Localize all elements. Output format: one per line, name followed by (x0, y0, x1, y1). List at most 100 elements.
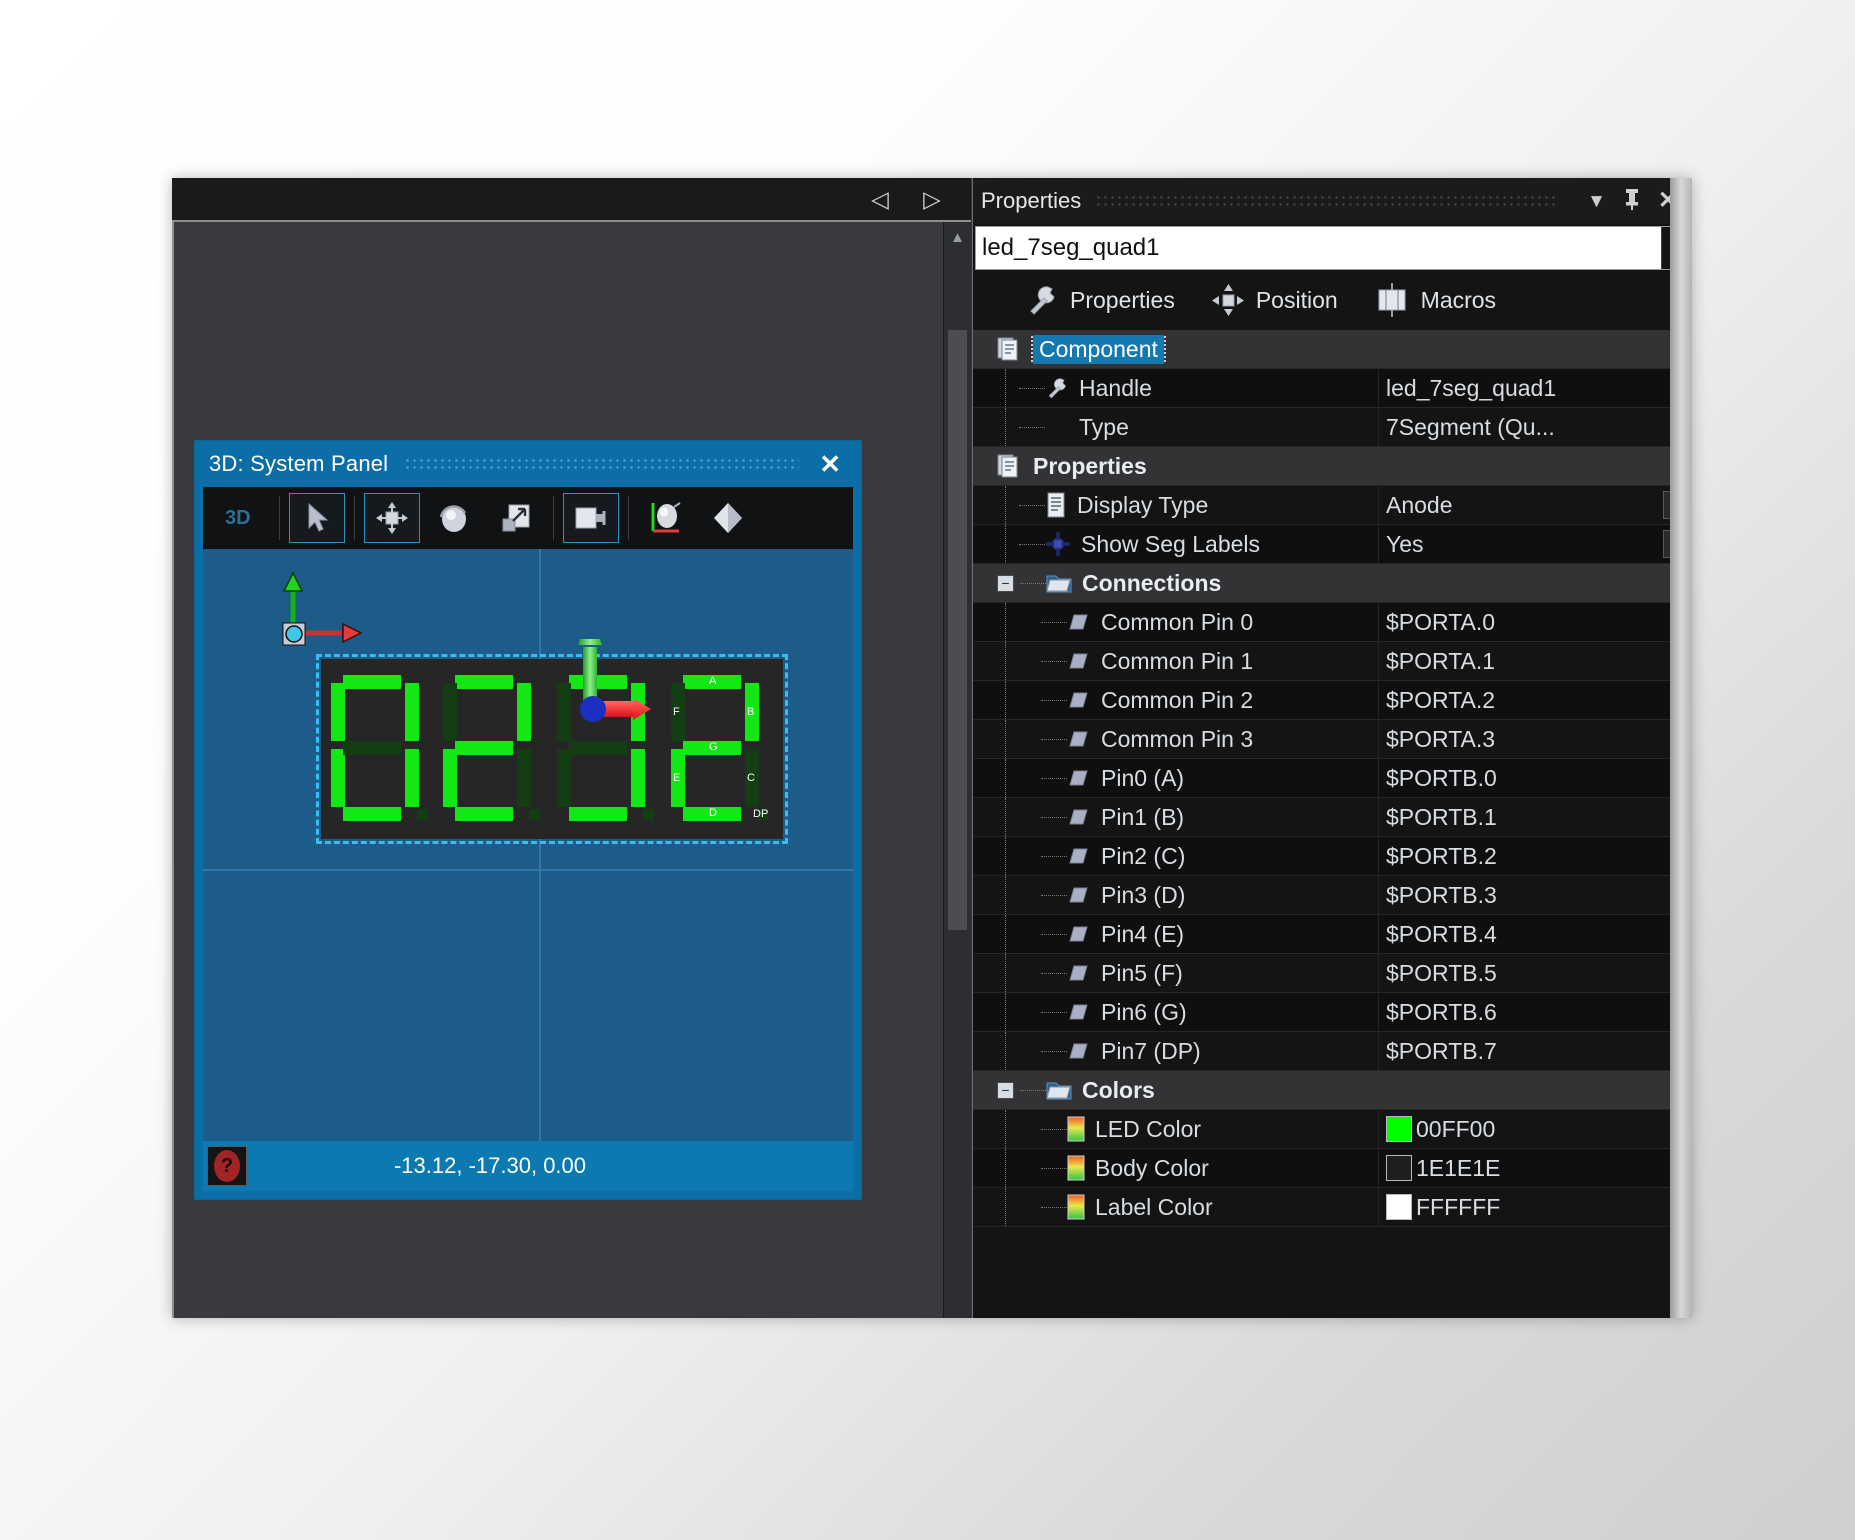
property-value: FFFFFF (1416, 1193, 1501, 1220)
property-row[interactable]: Label Color FFFFFF (973, 1188, 1692, 1227)
window-titlebar[interactable]: 3D: System Panel ✕ (195, 441, 861, 487)
property-row[interactable]: Body Color 1E1E1E (973, 1149, 1692, 1188)
property-value-cell[interactable]: 00FF00 (1378, 1110, 1692, 1148)
property-value-cell[interactable]: Anode▾ (1378, 486, 1692, 524)
property-value-cell[interactable]: $PORTA.2 (1378, 681, 1692, 719)
property-row[interactable]: Pin6 (G) $PORTB.6 (973, 993, 1692, 1032)
property-group-row[interactable]: − Connections (973, 564, 1692, 603)
property-row[interactable]: Pin3 (D) $PORTB.3 (973, 876, 1692, 915)
property-value-cell[interactable]: led_7seg_quad1 (1378, 369, 1692, 407)
toolbar-divider (278, 496, 280, 540)
property-label: Common Pin 2 (1101, 686, 1254, 713)
property-row[interactable]: Display Type Anode▾ (973, 486, 1692, 525)
property-value-cell[interactable]: FFFFFF (1378, 1188, 1692, 1226)
property-name-cell: Pin0 (A) (973, 765, 1378, 792)
lighting-tool-button[interactable] (638, 493, 694, 543)
property-value: $PORTB.3 (1386, 881, 1497, 908)
expand-collapse-toggle[interactable]: − (997, 1081, 1014, 1099)
editor-canvas[interactable]: ▲ 3D: System Panel ✕ 3D A B C D E F G DP… (172, 220, 971, 1318)
property-row[interactable]: Common Pin 1 $PORTA.1 (973, 642, 1692, 681)
property-value-cell[interactable]: $PORTA.1 (1378, 642, 1692, 680)
property-value: $PORTB.7 (1386, 1037, 1497, 1064)
property-name-cell: Common Pin 3 (973, 726, 1378, 753)
property-row[interactable]: Pin7 (DP) $PORTB.7 (973, 1032, 1692, 1071)
titlebar-grip (404, 457, 800, 471)
property-value-cell (1378, 447, 1692, 485)
property-value-cell[interactable]: Yes▾ (1378, 525, 1692, 563)
close-icon[interactable]: ✕ (815, 451, 845, 477)
property-group-label: Properties (1033, 452, 1147, 479)
tab-position[interactable]: Position (1193, 272, 1356, 328)
rotate-tool-button[interactable] (426, 493, 482, 543)
property-value-cell[interactable]: $PORTB.5 (1378, 954, 1692, 992)
segment-label-e: E (673, 772, 681, 784)
property-value-cell[interactable]: $PORTB.7 (1378, 1032, 1692, 1070)
property-group-row[interactable]: − Colors (973, 1071, 1692, 1110)
move-tool-button[interactable] (363, 493, 420, 543)
properties-grid[interactable]: Component Handle led_7seg_quad1 Type 7Segmen… (973, 330, 1692, 1318)
property-value-cell[interactable]: $PORTB.0 (1378, 759, 1692, 797)
property-value-cell[interactable]: $PORTB.4 (1378, 915, 1692, 953)
tab-macros[interactable]: Macros (1356, 272, 1514, 328)
component-selector-combobox[interactable]: led_7seg_quad1 ▾ (975, 226, 1688, 270)
tab-scroll-right-icon[interactable]: ▷ (923, 187, 941, 211)
camera-tool-button[interactable] (562, 493, 619, 543)
select-tool-button[interactable] (288, 493, 345, 543)
property-name-cell: Pin6 (G) (973, 999, 1378, 1026)
property-row[interactable]: Type 7Segment (Qu... (973, 408, 1692, 447)
property-group-label: Component (1031, 334, 1166, 364)
color-swatch[interactable] (1386, 1155, 1412, 1181)
property-value-cell[interactable]: $PORTB.6 (1378, 993, 1692, 1031)
property-value: $PORTB.1 (1386, 803, 1497, 830)
property-row[interactable]: Pin5 (F) $PORTB.5 (973, 954, 1692, 993)
render-tool-button[interactable] (700, 493, 756, 543)
property-row[interactable]: Show Seg Labels Yes▾ (973, 525, 1692, 564)
color-swatch[interactable] (1386, 1116, 1412, 1142)
editor-vertical-scrollbar[interactable]: ▲ (943, 222, 971, 1318)
properties-pane: Properties ▼ ✕ led_7seg_quad1 ▾ (972, 178, 1692, 1318)
property-value-cell[interactable]: 1E1E1E (1378, 1149, 1692, 1187)
property-row[interactable]: Common Pin 3 $PORTA.3 (973, 720, 1692, 759)
segment-b: B (745, 683, 759, 741)
documents-icon (997, 453, 1023, 479)
property-row[interactable]: Pin1 (B) $PORTB.1 (973, 798, 1692, 837)
color-swatch[interactable] (1386, 1194, 1412, 1220)
property-value-cell[interactable]: $PORTA.0 (1378, 603, 1692, 641)
segment-label-a: A (709, 675, 717, 687)
property-value: Anode (1386, 491, 1453, 518)
property-group-row[interactable]: Component (973, 330, 1692, 369)
property-name-cell: Display Type (973, 492, 1378, 519)
light-sphere-axes-icon (651, 502, 681, 533)
property-value-cell[interactable]: 7Segment (Qu... (1378, 408, 1692, 446)
segment-d (569, 807, 627, 821)
pin-slab-icon (1067, 885, 1091, 905)
expand-collapse-toggle[interactable]: − (997, 574, 1014, 592)
chevron-down-icon[interactable]: ▼ (1587, 192, 1606, 211)
scroll-up-icon[interactable]: ▲ (944, 222, 971, 252)
scale-tool-button[interactable] (488, 493, 544, 543)
property-row[interactable]: Pin0 (A) $PORTB.0 (973, 759, 1692, 798)
tab-scroll-left-icon[interactable]: ◁ (871, 187, 889, 211)
pin-slab-icon (1067, 768, 1091, 788)
property-row[interactable]: Pin2 (C) $PORTB.2 (973, 837, 1692, 876)
scrollbar-thumb[interactable] (948, 330, 967, 930)
properties-vertical-scrollbar[interactable] (1670, 178, 1692, 1318)
property-value-cell[interactable]: $PORTB.1 (1378, 798, 1692, 836)
property-value-cell[interactable]: $PORTB.2 (1378, 837, 1692, 875)
help-button[interactable]: ? (207, 1146, 247, 1186)
segment-e (443, 749, 457, 807)
property-row[interactable]: Pin4 (E) $PORTB.4 (973, 915, 1692, 954)
property-value-cell[interactable]: $PORTA.3 (1378, 720, 1692, 758)
property-row[interactable]: Handle led_7seg_quad1 (973, 369, 1692, 408)
property-row[interactable]: Common Pin 2 $PORTA.2 (973, 681, 1692, 720)
property-value-cell[interactable]: $PORTB.3 (1378, 876, 1692, 914)
property-row[interactable]: LED Color 00FF00 (973, 1110, 1692, 1149)
component-transform-gizmo[interactable] (525, 611, 655, 769)
editor-tabstrip: ◁ ▷ (172, 178, 971, 220)
property-group-row[interactable]: Properties (973, 447, 1692, 486)
viewport-3d[interactable]: A B C D E F G DP (203, 549, 853, 1141)
pin-slab-icon (1067, 1002, 1091, 1022)
pin-icon[interactable] (1622, 187, 1642, 215)
tab-properties[interactable]: Properties (1007, 272, 1193, 328)
property-row[interactable]: Common Pin 0 $PORTA.0 (973, 603, 1692, 642)
